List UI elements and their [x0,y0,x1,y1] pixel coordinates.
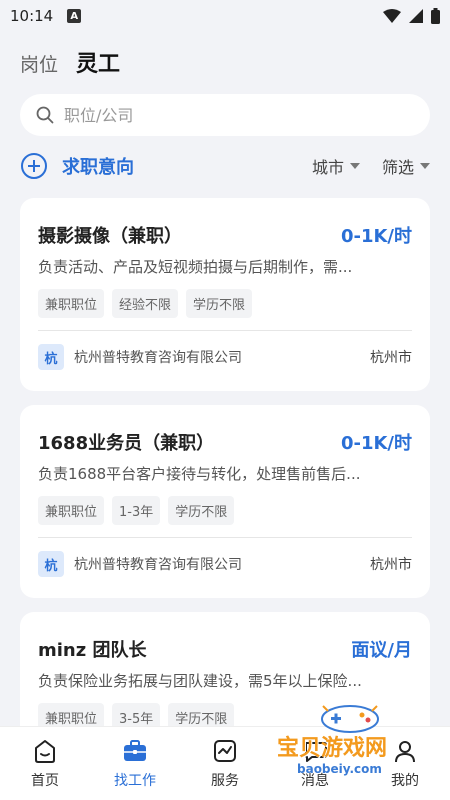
city-filter[interactable]: 城市 [312,154,360,178]
company-city: 杭州市 [370,557,412,573]
company-row[interactable]: 杭 杭州普特教育咨询有限公司 杭州市 [38,331,412,383]
job-salary: 0-1K/时 [340,226,412,247]
tab-gig[interactable]: 灵工 [76,46,120,78]
screen-filter-label: 筛选 [381,158,414,177]
gamepad-icon [321,705,379,733]
job-description: 负责保险业务拓展与团队建设，需5年以上保险... [38,672,362,690]
intent-row: 求职意向 城市 筛选 [20,150,430,182]
job-description: 负责活动、产品及短视频拍摄与后期制作，需... [38,258,353,276]
home-icon [35,739,55,763]
company-city: 杭州市 [370,350,412,366]
chevron-down-icon [349,163,360,169]
add-circle-icon [21,153,47,179]
job-tag: 学历不限 [168,496,235,525]
job-card[interactable]: 1688业务员（兼职） 0-1K/时 负责1688平台客户接待与转化，处理售前售… [20,405,430,598]
notification-icon: A [67,9,82,23]
company-logo: 杭 [38,551,64,577]
job-salary: 面议/月 [351,640,412,661]
nav-home[interactable]: 首页 [0,727,90,800]
watermark-title: 宝贝游戏网 [277,736,388,761]
company-name: 杭州普特教育咨询有限公司 [74,350,242,366]
job-intent-button[interactable]: 求职意向 [20,152,134,180]
job-title: 1688业务员（兼职） [38,433,215,454]
job-title: 摄影摄像（兼职） [38,226,182,247]
job-intent-label: 求职意向 [62,157,134,178]
nav-find-job[interactable]: 找工作 [90,727,180,800]
status-bar: 10:14 A [0,0,450,32]
header-tabs: 岗位 灵工 [20,46,120,78]
watermark-url: baobeiy.com [297,762,382,776]
tab-position[interactable]: 岗位 [20,50,58,77]
briefcase-icon [124,739,146,761]
watermark-logo: 宝贝游戏网 baobeiy.com [275,700,445,790]
chart-icon [214,739,236,762]
battery-icon [431,8,440,24]
chevron-down-icon [420,163,430,169]
job-tag: 兼职职位 [38,289,105,318]
signal-icon [409,9,423,23]
job-description: 负责1688平台客户接待与转化，处理售前售后... [38,465,361,483]
job-tag: 1-3年 [112,496,161,525]
status-time: 10:14 [10,7,54,25]
search-input[interactable] [64,105,364,125]
search-bar[interactable] [20,94,430,136]
job-tag: 兼职职位 [38,496,105,525]
nav-service-label: 服务 [211,772,239,789]
nav-home-label: 首页 [31,772,59,789]
job-salary: 0-1K/时 [340,433,412,454]
job-title: minz 团队长 [38,640,147,661]
company-name: 杭州普特教育咨询有限公司 [74,557,242,573]
company-row[interactable]: 杭 杭州普特教育咨询有限公司 杭州市 [38,538,412,590]
job-card[interactable]: 摄影摄像（兼职） 0-1K/时 负责活动、产品及短视频拍摄与后期制作，需... … [20,198,430,391]
screen-filter[interactable]: 筛选 [382,154,430,178]
job-tag: 学历不限 [186,289,253,318]
city-filter-label: 城市 [311,158,344,177]
nav-service[interactable]: 服务 [180,727,270,800]
job-tag: 经验不限 [112,289,179,318]
nav-find-job-label: 找工作 [114,772,156,789]
company-logo: 杭 [38,344,64,370]
search-icon [36,106,54,124]
wifi-icon [383,9,401,23]
